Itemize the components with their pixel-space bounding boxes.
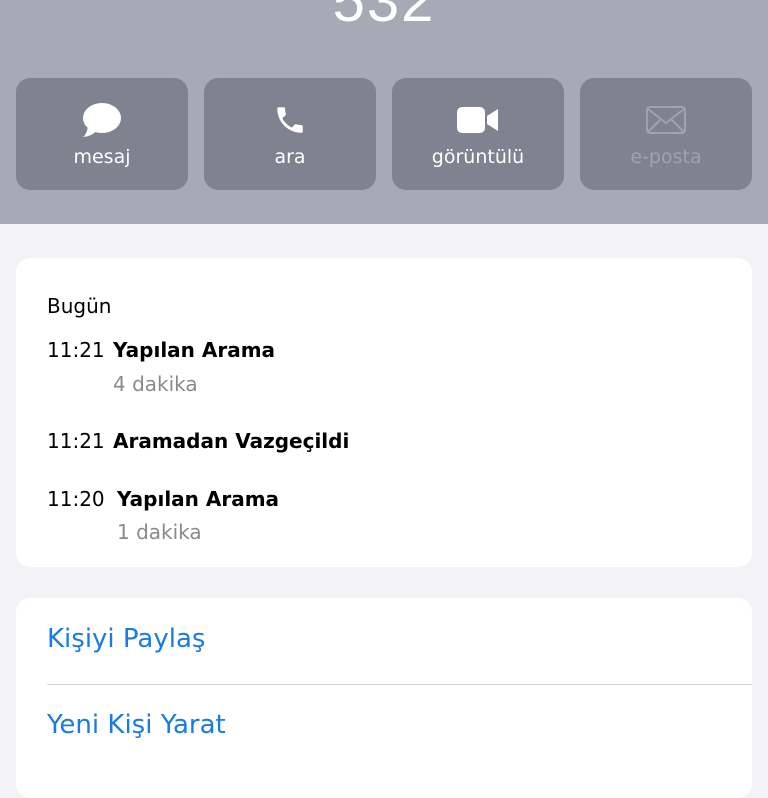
contact-actions-card: Kişiyi Paylaş Yeni Kişi Yarat [16, 598, 752, 798]
call-history-card: Bugün 11:21 Yapılan Arama 4 dakika 11:21… [16, 258, 752, 567]
call-button[interactable]: ara [204, 78, 376, 190]
call-time: 11:21 [47, 429, 105, 453]
email-button-label: e-posta [630, 146, 702, 168]
action-buttons: mesaj ara görüntülü e-posta [16, 78, 752, 190]
create-contact-link[interactable]: Yeni Kişi Yarat [47, 710, 226, 740]
video-call-button[interactable]: görüntülü [392, 78, 564, 190]
call-duration: 1 dakika [117, 520, 202, 544]
call-button-label: ara [274, 146, 306, 168]
envelope-icon [580, 100, 752, 140]
email-button[interactable]: e-posta [580, 78, 752, 190]
video-camera-icon [392, 100, 564, 140]
phone-icon [204, 100, 376, 140]
call-time: 11:21 [47, 338, 105, 362]
call-type: Yapılan Arama [113, 338, 276, 362]
call-time: 11:20 [47, 487, 105, 511]
section-title-today: Bugün [47, 294, 112, 318]
message-bubble-icon [16, 100, 188, 140]
call-type: Yapılan Arama [117, 487, 280, 511]
video-call-button-label: görüntülü [431, 146, 525, 168]
message-button[interactable]: mesaj [16, 78, 188, 190]
share-contact-link[interactable]: Kişiyi Paylaş [47, 624, 205, 654]
message-button-label: mesaj [73, 146, 131, 168]
contact-number: 532 [332, 0, 436, 34]
divider [47, 684, 752, 685]
call-type: Aramadan Vazgeçildi [113, 429, 350, 453]
call-duration: 4 dakika [113, 372, 198, 396]
contact-header: 532 mesaj ara görüntülü e-posta [0, 0, 768, 224]
